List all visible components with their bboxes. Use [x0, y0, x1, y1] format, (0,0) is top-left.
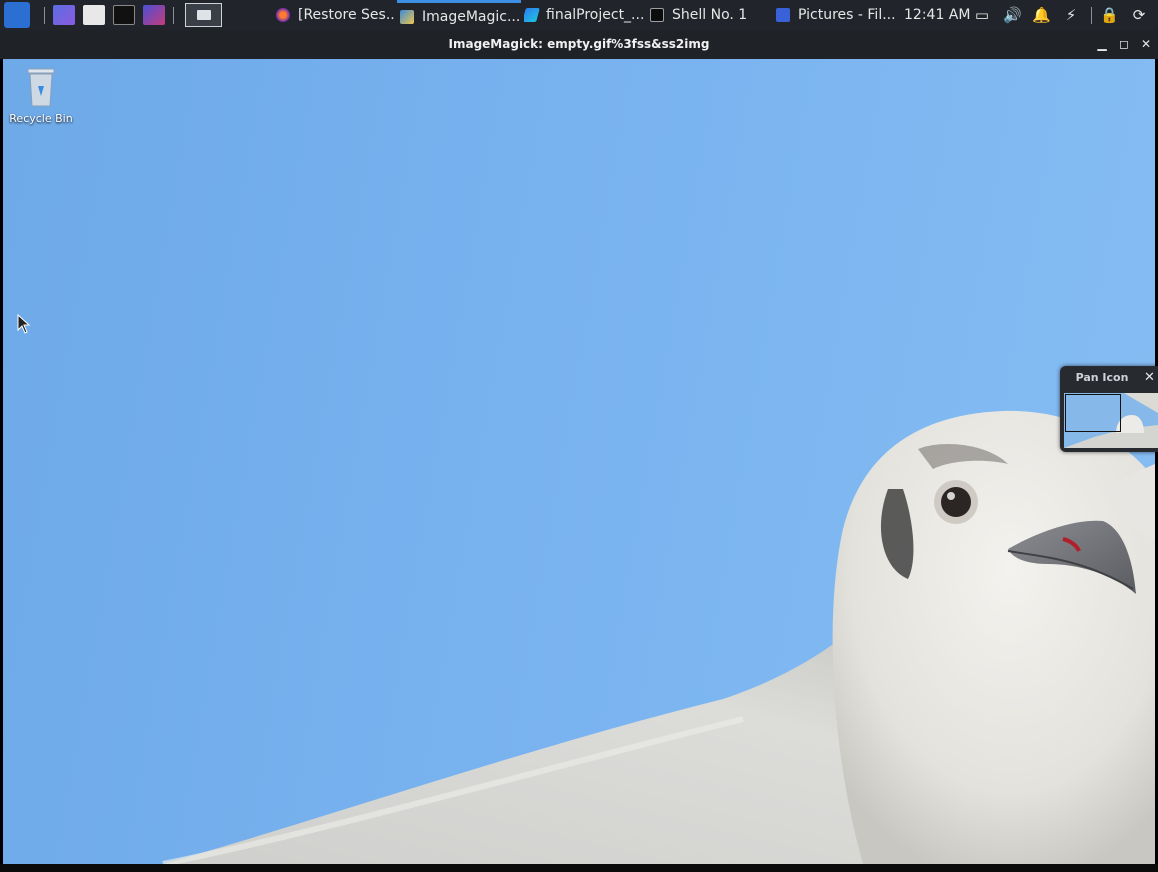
task-imagemagick[interactable]: ImageMagic... [397, 0, 521, 30]
pan-icon-window[interactable]: Pan Icon ✕ [1060, 366, 1158, 452]
terminal-icon [650, 8, 664, 22]
terminal-launcher-icon[interactable] [113, 5, 135, 25]
taskbar-separator [173, 7, 174, 24]
recycle-bin[interactable]: Recycle Bin [8, 66, 74, 125]
lock-screen-icon[interactable]: 🔒 [1100, 6, 1119, 24]
imagemagick-icon [400, 9, 414, 24]
maximize-icon[interactable]: ◻ [1116, 30, 1132, 59]
task-label: [Restore Ses... [298, 7, 394, 23]
image-canvas[interactable] [3, 59, 1155, 864]
task-label: Pictures - Fil... [798, 7, 896, 23]
task-label: finalProject_... [546, 7, 644, 23]
workspace-switcher-button[interactable] [185, 3, 222, 27]
display-icon[interactable]: ▭ [973, 6, 991, 24]
task-file-manager[interactable]: Pictures - Fil... [776, 0, 896, 30]
recycle-bin-label: Recycle Bin [9, 112, 73, 125]
volume-icon[interactable]: 🔊 [1003, 6, 1022, 24]
taskbar-separator [44, 7, 45, 24]
mouse-pointer-icon [17, 313, 31, 338]
pan-viewport-frame[interactable] [1065, 394, 1121, 432]
task-firefox[interactable]: [Restore Ses... [276, 0, 394, 30]
file-manager-icon [776, 8, 790, 22]
task-pycharm[interactable]: finalProject_... [524, 0, 644, 30]
seagull-photo [162, 410, 1155, 864]
pycharm-icon [524, 8, 540, 22]
task-terminal[interactable]: Shell No. 1 [650, 0, 750, 30]
kali-menu-icon[interactable] [4, 2, 30, 28]
pan-icon-title: Pan Icon [1075, 371, 1129, 384]
taskbar-separator [1091, 7, 1092, 24]
recycle-bin-icon [26, 66, 56, 108]
window-title-bar[interactable]: ImageMagick: empty.gif%3fss&ss2img ▁ ◻ ✕ [0, 30, 1158, 59]
power-manager-icon[interactable]: ⚡ [1062, 6, 1080, 24]
file-manager-launcher-icon[interactable] [83, 5, 105, 25]
workspace-launcher-icon[interactable] [53, 5, 75, 25]
task-label: Shell No. 1 [672, 7, 748, 23]
firefox-icon [276, 8, 290, 22]
notification-bell-icon[interactable]: 🔔 [1032, 6, 1051, 24]
screen-bottom-edge [0, 864, 1158, 872]
pan-thumbnail[interactable] [1064, 393, 1158, 448]
pan-close-icon[interactable]: ✕ [1144, 370, 1155, 385]
clock[interactable]: 12:41 AM [904, 0, 970, 30]
task-label: ImageMagic... [422, 8, 521, 25]
window-title: ImageMagick: empty.gif%3fss&ss2img [448, 37, 710, 51]
screen-recorder-launcher-icon[interactable] [143, 5, 165, 25]
close-icon[interactable]: ✕ [1138, 30, 1154, 59]
logout-icon[interactable]: ⟳ [1130, 6, 1148, 24]
minimize-icon[interactable]: ▁ [1094, 30, 1110, 59]
taskbar: [Restore Ses... ImageMagic... finalProje… [0, 0, 1158, 30]
